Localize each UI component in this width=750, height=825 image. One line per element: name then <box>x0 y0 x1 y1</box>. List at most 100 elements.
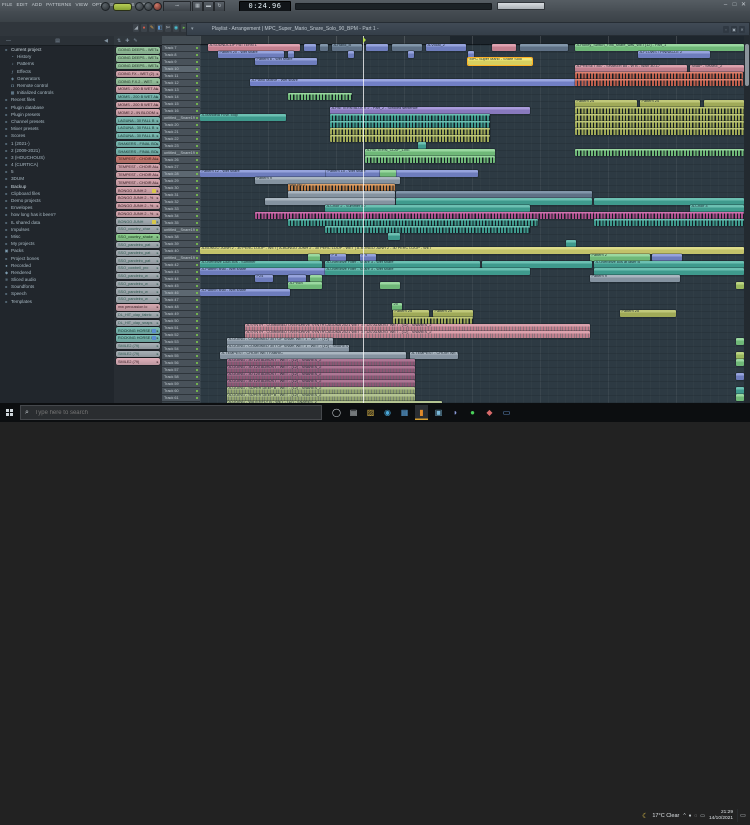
picker-mute-icon[interactable]: ▸ <box>157 282 160 286</box>
browser-item-mixer-presets[interactable]: ▸Mixer presets <box>0 125 114 132</box>
track-mute-led[interactable] <box>196 278 199 281</box>
browser-item-backup[interactable]: ▸Backup <box>0 183 114 190</box>
track-row-44[interactable]: Track 54 <box>162 346 200 353</box>
playlist-clip-pattern-10-wet-snare[interactable]: Pattern 10 - Wet snare <box>326 170 478 176</box>
playlist-clip-a-flows-pinnacle-2[interactable]: A-FLOWS / PINNACLE 2 <box>638 51 710 57</box>
tray-icon-3[interactable]: ▭ <box>700 813 705 819</box>
browser-item-history[interactable]: ◔History <box>0 53 114 60</box>
taskbar-icon-fl-studio[interactable]: ▮ <box>415 405 428 420</box>
picker-mute-icon[interactable]: ▸ <box>157 352 160 356</box>
track-row-26[interactable]: Track 35 <box>162 220 200 227</box>
track-row-36[interactable]: Track 46 <box>162 290 200 297</box>
picker-mute-icon[interactable]: ▸ <box>157 274 160 278</box>
picker-mute-icon[interactable]: ▸ <box>157 173 160 177</box>
track-mute-led[interactable] <box>196 47 199 50</box>
playlist-clip[interactable] <box>366 44 388 50</box>
track-row-32[interactable]: Track 42 <box>162 262 200 269</box>
track-mute-led[interactable] <box>196 369 199 372</box>
playlist-clip[interactable] <box>310 275 322 281</box>
browser-item-plugin-database[interactable]: ▸Plugin database <box>0 104 114 111</box>
browser-sort-icon[interactable]: ▤ <box>55 38 60 44</box>
playlist-clip-a-pattern-final-wet-snare[interactable]: A-Pattern final - Wet snare <box>200 289 290 295</box>
browser-item-current-project[interactable]: ▸Current project <box>0 46 114 53</box>
picker-clip-laguna-30-fall-b[interactable]: LAGUNA - 30 FALL B▸ <box>116 133 160 140</box>
track-mute-led[interactable] <box>196 152 199 155</box>
picker-clip-going-fx-wet-2-[interactable]: GOING FX - WET (2)▸ <box>116 71 160 78</box>
track-row-48[interactable]: Track 58 <box>162 374 200 381</box>
playlist-clip[interactable] <box>566 240 576 246</box>
browser-item-my-projects[interactable]: ▸My projects <box>0 240 114 247</box>
taskbar-icon-mail[interactable]: ▭ <box>500 405 513 420</box>
taskbar-search[interactable]: ⌕ <box>20 405 322 420</box>
playlist-clip[interactable] <box>575 149 744 155</box>
picker-clip-laguna-30-fall-b[interactable]: LAGUNA - 30 FALL B▸ <box>116 125 160 132</box>
playlist-clip-a-choir-3[interactable]: A-Choir 3 <box>690 205 744 211</box>
track-panel-header[interactable] <box>162 36 200 45</box>
picker-clip-smile2-79-[interactable]: SMILE2 (79)▸ <box>116 358 160 365</box>
browser-item-il-shared-data[interactable]: ▸IL shared data <box>0 219 114 226</box>
browser-item-impulses[interactable]: ▸Impulses <box>0 226 114 233</box>
picker-clip-tempest-choir-al[interactable]: TEMPEST - CHOIR AL▸ <box>116 179 160 186</box>
taskbar-icon-microsoft-store[interactable]: ▦ <box>398 405 411 420</box>
picker-clip-sso-pandeiro-pat[interactable]: SSO_pandeiro_pat▸ <box>116 257 160 264</box>
track-mute-led[interactable] <box>196 110 199 113</box>
playlist-clip[interactable] <box>736 359 744 365</box>
browser-item-3-houchous-[interactable]: ▸3 (HOUCHOUS) <box>0 154 114 161</box>
playlist-clip-a-tempest-choir-wet[interactable]: A-TEMPEST - CHOIR WET <box>410 352 458 358</box>
picker-mute-icon[interactable]: ▸ <box>157 313 160 317</box>
playlist-clip-a-going-30-120-almost-wet-12-s[interactable]: A-GOING - 30 120 ALMOST - WET - (12) - S… <box>227 380 415 386</box>
picker-sort-icon[interactable]: ⇅ <box>117 38 121 44</box>
track-row-1[interactable]: Track 7 <box>162 45 200 52</box>
track-mute-led[interactable] <box>196 341 199 344</box>
track-row-6[interactable]: Track 12 <box>162 80 200 87</box>
playlist-clip[interactable] <box>365 156 495 162</box>
track-mute-led[interactable] <box>196 159 199 162</box>
playlist-clip-a-vocal-2[interactable]: A-Vocal_2 <box>426 44 466 50</box>
browser-item-demo-projects[interactable]: ▸Demo projects <box>0 197 114 204</box>
track-row-20[interactable]: Track 29 <box>162 178 200 185</box>
browser-collapse-icon[interactable]: — <box>6 38 11 44</box>
picker-mute-icon[interactable]: ▸ <box>157 95 160 99</box>
pointer-icon[interactable]: ◢ <box>133 24 139 32</box>
playlist-clip-a-preset-857-shaker-85-w-b-wav[interactable]: A-PRESET 857 - SHAKER 85 - W B - WAV 30-… <box>575 65 687 71</box>
track-mute-led[interactable] <box>196 166 199 169</box>
track-row-31[interactable]: untitled__Snare19 st <box>162 255 200 262</box>
browser-item-how-long-has-it-been-[interactable]: ▸how long has it been? <box>0 211 114 218</box>
browser-item-packs[interactable]: ▣Packs <box>0 247 114 254</box>
track-mute-led[interactable] <box>196 362 199 365</box>
picker-clip-dl-hit-clap-fabric[interactable]: DL_HIT_clap_fabric▸ <box>116 312 160 319</box>
picker-clip-mome-2-in-bloom[interactable]: MOME 2 - IN BLOOM▸ <box>116 109 160 116</box>
notification-center-icon[interactable]: ▭ <box>737 809 748 822</box>
picker-mute-icon[interactable]: ▸ <box>157 204 160 208</box>
track-row-2[interactable]: Track 8 <box>162 52 200 59</box>
picker-clip-going-deeps-wet-2[interactable]: GOING DEEPS - WET 2▸ <box>116 55 160 62</box>
search-input[interactable] <box>33 409 287 417</box>
playlist-clip[interactable] <box>418 142 426 148</box>
track-row-28[interactable]: Track 38 <box>162 234 200 241</box>
playlist-clip-pattern-9[interactable]: Pattern 9 <box>590 275 680 281</box>
picker-mute-icon[interactable]: ▸ <box>157 142 160 146</box>
playlist-clip-a-going-combined-30t-of-snmk-w[interactable]: A-GOING - COMBINED 30T OF SNMK WET 1 - W… <box>227 338 333 344</box>
track-mute-led[interactable] <box>196 117 199 120</box>
playlist-clip[interactable] <box>575 79 743 85</box>
playlist-clip-a-hand-b[interactable]: A-Hand_B <box>332 44 362 50</box>
browser-item-5[interactable]: ▸5 <box>0 168 114 175</box>
picker-mute-icon[interactable]: ▸ <box>157 297 160 301</box>
taskbar-icon-file-explorer[interactable]: ▨ <box>364 405 377 420</box>
picker-clip-bongo-junh-2-[interactable]: BONGO JUNH 2 - %▸ <box>116 195 160 202</box>
cut-icon[interactable]: ✄ <box>165 24 171 32</box>
playlist-clip[interactable] <box>482 261 592 267</box>
playlist-close-icon[interactable]: ✕ <box>739 26 745 33</box>
playlist-clip-a-going-30-120-almost-wet-12-s[interactable]: A-GOING - 30 120 ALMOST - WET - (12) - S… <box>227 373 415 379</box>
playlist-clip-a-tempest-choir-wet-fabric[interactable]: A-TEMPEST - CHOIR WET FABRIC <box>220 352 406 358</box>
playlist-clip-a-pinch[interactable]: A-Pinch <box>288 282 322 288</box>
picker-mute-icon[interactable]: ▸ <box>157 72 160 76</box>
picker-mute-icon[interactable]: ▸ <box>157 290 160 294</box>
picker-clip-sso-country-shake[interactable]: SSO_country_shake▸ <box>116 234 160 241</box>
browser-item-2-2009-2021-[interactable]: ▸2 (2009-2021) <box>0 147 114 154</box>
playlist-clip-a-going-super-deep-b-wet-12-sn[interactable]: A-GOING - SUPER DEEP B - WET - (12) - SN… <box>227 387 415 393</box>
picker-add-icon[interactable]: ✚ <box>125 38 129 44</box>
picker-mute-icon[interactable]: ▸ <box>157 119 160 123</box>
track-row-30[interactable]: Track 40 <box>162 248 200 255</box>
tray-icon-1[interactable]: ♦ <box>689 813 692 819</box>
